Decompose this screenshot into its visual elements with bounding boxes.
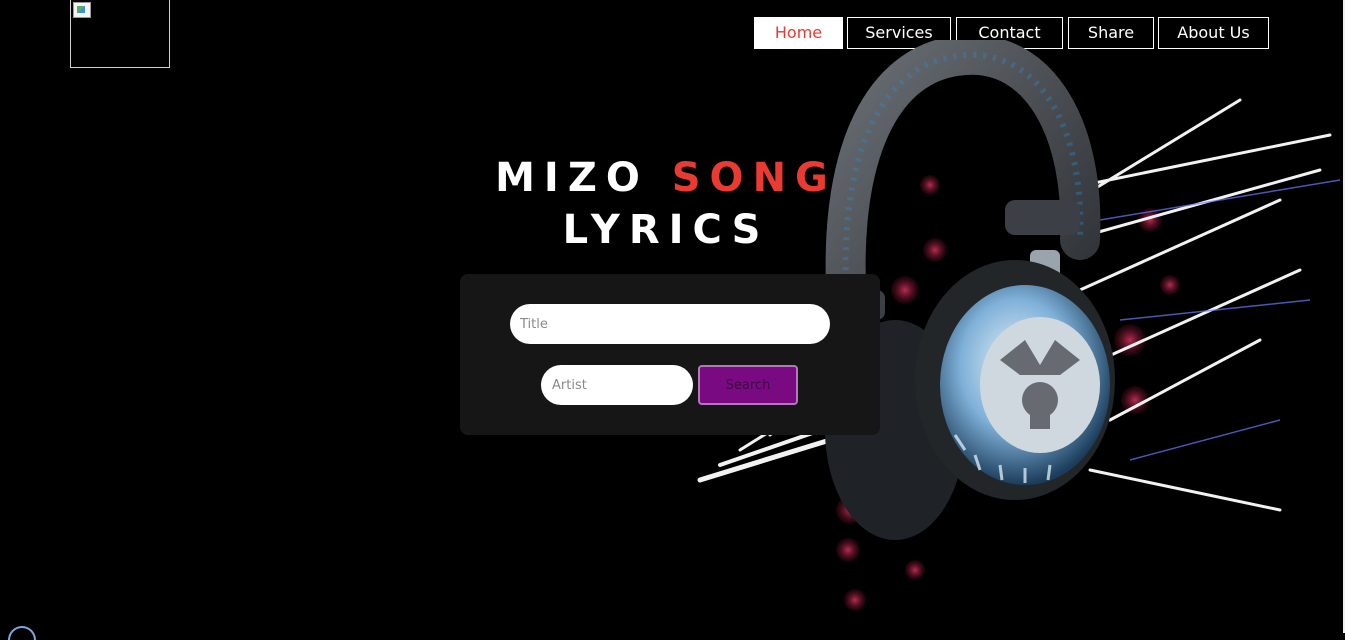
search-button[interactable]: Search [698, 365, 798, 405]
site-logo[interactable] [70, 0, 170, 68]
hero-title: MIZO SONG LYRICS [460, 152, 872, 256]
scroll-indicator-icon[interactable] [8, 626, 36, 640]
title-word-lyrics: LYRICS [562, 207, 770, 253]
search-panel [460, 274, 880, 435]
title-word-mizo: MIZO [495, 155, 672, 201]
broken-image-icon [73, 2, 91, 18]
title-search-input[interactable] [510, 304, 830, 344]
title-word-song: SONG [671, 155, 837, 201]
artist-search-input[interactable] [541, 365, 693, 405]
